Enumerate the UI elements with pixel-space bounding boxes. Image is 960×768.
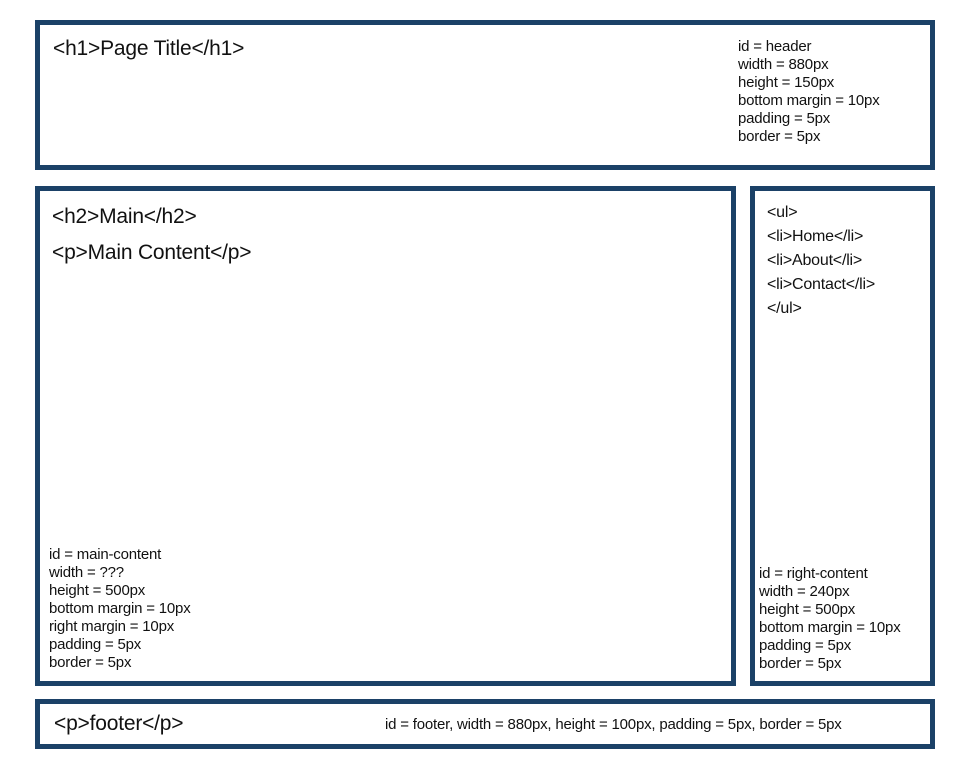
right-spec-line: bottom margin = 10px — [759, 619, 901, 636]
right-spec-line: border = 5px — [759, 655, 842, 672]
header-spec-line: border = 5px — [738, 128, 821, 145]
main-spec-line: width = ??? — [49, 564, 124, 581]
footer-box: <p>footer</p> id = footer, width = 880px… — [35, 699, 935, 749]
main-spec-line: padding = 5px — [49, 636, 142, 653]
right-spec-list: id = right-content width = 240px height … — [759, 565, 901, 673]
header-spec-line: width = 880px — [738, 56, 829, 73]
header-spec-list: id = header width = 880px height = 150px… — [738, 38, 880, 146]
header-tag-text: <h1>Page Title</h1> — [53, 37, 245, 60]
footer-tag-text: <p>footer</p> — [54, 712, 184, 735]
right-list-line: <li>Contact</li> — [767, 276, 875, 293]
header-spec-line: id = header — [738, 38, 812, 55]
main-spec-line: height = 500px — [49, 582, 146, 599]
right-list-line: <li>About</li> — [767, 252, 863, 269]
main-spec-line: bottom margin = 10px — [49, 600, 191, 617]
right-list-code: <ul> <li>Home</li> <li>About</li> <li>Co… — [767, 201, 875, 321]
right-spec-line: padding = 5px — [759, 637, 852, 654]
right-list-line: <ul> — [767, 204, 798, 221]
header-box: <h1>Page Title</h1> id = header width = … — [35, 20, 935, 170]
main-spec-line: id = main-content — [49, 546, 162, 563]
header-spec-line: height = 150px — [738, 74, 835, 91]
main-spec-list: id = main-content width = ??? height = 5… — [49, 546, 191, 672]
right-list-line: <li>Home</li> — [767, 228, 864, 245]
right-spec-line: id = right-content — [759, 565, 868, 582]
header-spec-line: bottom margin = 10px — [738, 92, 880, 109]
right-list-line: </ul> — [767, 300, 802, 317]
header-spec-line: padding = 5px — [738, 110, 831, 127]
main-spec-line: border = 5px — [49, 654, 132, 671]
right-spec-line: height = 500px — [759, 601, 856, 618]
main-spec-line: right margin = 10px — [49, 618, 175, 635]
main-paragraph-text: <p>Main Content</p> — [52, 241, 252, 264]
right-spec-line: width = 240px — [759, 583, 850, 600]
footer-spec-text: id = footer, width = 880px, height = 100… — [385, 716, 842, 733]
main-heading-text: <h2>Main</h2> — [52, 205, 197, 228]
right-content-box: <ul> <li>Home</li> <li>About</li> <li>Co… — [750, 186, 935, 686]
main-content-box: <h2>Main</h2> <p>Main Content</p> id = m… — [35, 186, 736, 686]
